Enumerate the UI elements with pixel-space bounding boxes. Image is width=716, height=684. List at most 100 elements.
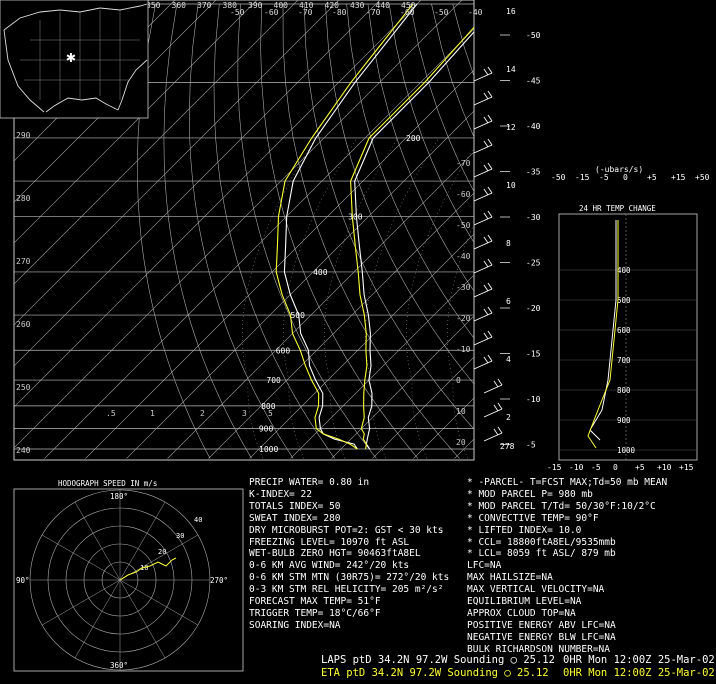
mixing-ratio-label: 2 <box>200 409 205 418</box>
stats-right-line: APPROX CLOUD TOP=NA <box>467 607 576 619</box>
wind-barb-flag <box>493 404 499 412</box>
wind-barb-flag <box>487 114 493 122</box>
footer-laps-time: 0HR Mon 12:00Z 25-Mar-02 <box>563 654 715 666</box>
omega-axis-label: -15 <box>575 173 590 182</box>
hodograph-ring-label: 40 <box>194 516 202 524</box>
wind-barb-flag <box>487 354 493 362</box>
temp-label-mid: -40 <box>456 252 471 261</box>
wind-barb-flag <box>497 402 503 410</box>
stats-left-line: PRECIP WATER= 0.80 in <box>249 477 370 488</box>
theta-label-left: 280 <box>16 194 31 203</box>
stats-left-line: FREEZING LEVEL= 10970 ft ASL <box>249 536 410 548</box>
location-map: ✱ <box>0 0 149 119</box>
wind-barb <box>473 192 493 202</box>
hodograph: HODOGRAPH SPEED IN m/s180°270°360°90°102… <box>13 479 244 672</box>
wind-barb-flag <box>487 66 493 74</box>
isotherm-line <box>331 315 474 459</box>
hodograph-dir-north: 180° <box>110 492 128 501</box>
wind-barb-flag <box>483 188 489 196</box>
stats-left-line: SOARING INDEX=NA <box>249 619 341 631</box>
wind-barb-flag <box>483 68 489 76</box>
wind-barb-flag <box>483 332 489 340</box>
footer-eta-time: 0HR Mon 12:00Z 25-Mar-02 <box>563 667 715 679</box>
wind-barb-flag <box>483 356 489 364</box>
wind-barb <box>473 360 493 370</box>
mixing-ratio-label: .5 <box>106 409 116 418</box>
omega-axis-label: +15 <box>671 173 686 182</box>
stats-right-line: * -PARCEL- T=FCST MAX;Td=50 mb MEAN <box>467 477 668 488</box>
wind-barb-flag <box>483 92 489 100</box>
footer-eta: ETA ptD 34.2N 97.2W Sounding ◯ 25.12 <box>321 667 549 679</box>
wind-barb-flag <box>487 90 493 98</box>
wind-barb <box>473 240 493 250</box>
sounding-location-icon: ✱ <box>66 47 76 66</box>
wind-barb-flag <box>487 306 493 314</box>
change-temp-axis-label: +15 <box>679 463 694 472</box>
change-temp-axis-label: -10 <box>569 463 584 472</box>
stats-right-line: * MOD PARCEL T/Td= 50/30°F:10/2°C <box>467 500 656 512</box>
change-temp-axis-label: -5 <box>591 463 601 472</box>
hodograph-spoke <box>119 579 199 626</box>
height-ft-label: -30 <box>526 213 541 222</box>
stats-right-line: NEGATIVE ENERGY BLW LFC=NA <box>467 631 616 643</box>
wind-barb-flag <box>487 162 493 170</box>
wind-barb-flag <box>497 426 503 434</box>
temp-label-top: -60 <box>400 8 415 17</box>
stats-left-line: 0-3 KM STM REL HELICITY= 205 m²/s² <box>249 584 444 596</box>
pressure-label: 600 <box>276 346 291 355</box>
temp-label-mid: -20 <box>456 314 471 323</box>
change-temp-axis-label: +5 <box>635 463 645 472</box>
stats-right-line: * CONVECTIVE TEMP= 90°F <box>467 512 599 524</box>
theta-label-left: 250 <box>16 383 31 392</box>
wind-barb <box>473 312 493 322</box>
isotherm-line <box>208 192 474 459</box>
sun-icon: ◯ <box>504 667 511 679</box>
stats-right-line: EQUILIBRIUM LEVEL=NA <box>467 596 582 608</box>
dry-adiabat <box>237 3 377 459</box>
stats-left-line: TRIGGER TEMP= 18°C/66°F <box>249 607 381 619</box>
moist-adiabat <box>241 137 317 459</box>
omega-axis-label: -50 <box>551 173 566 182</box>
hodograph-ring-label: 30 <box>176 532 184 540</box>
stats-left-line: 0-6 KM AVG WIND= 242°/20 kts <box>249 560 410 572</box>
stats-left-line: 0-6 KM STM MTN (30R75)= 272°/20 kts <box>249 572 450 584</box>
wind-barb <box>473 96 493 106</box>
stats-left-line: FORECAST MAX TEMP= 51°F <box>249 596 381 608</box>
pressure-label: 900 <box>259 425 274 434</box>
temp-label-top: -40 <box>468 8 483 17</box>
mixing-ratio-label: 3 <box>242 409 247 418</box>
height-km-label: 16 <box>506 7 516 16</box>
wind-barb-flag <box>483 140 489 148</box>
temp-label-mid: -60 <box>456 190 471 199</box>
stats-right-line: * CCL= 18800ftA8EL/9535mmb <box>467 536 616 548</box>
height-ft-label: -10 <box>526 395 541 404</box>
change-pressure-label: 600 <box>617 326 631 335</box>
theta-label-left: 270 <box>16 257 31 266</box>
height-ft-label: -50 <box>526 31 541 40</box>
stats-right-line: POSITIVE ENERGY ABV LFC=NA <box>467 619 616 631</box>
stats-left-line: SWEAT INDEX= 280 <box>249 512 341 524</box>
dry-adiabat <box>260 3 419 459</box>
pressure-label: 500 <box>290 311 305 320</box>
dry-adiabat <box>163 3 252 459</box>
wind-barb-flag <box>483 164 489 172</box>
change-temp-axis-label: 0 <box>613 463 618 472</box>
temp-label-mid: -30 <box>456 283 471 292</box>
height-ft-label: -5 <box>526 441 536 450</box>
pressure-label: 1000 <box>259 445 278 454</box>
wind-barb-flag <box>483 236 489 244</box>
wind-barb <box>473 264 493 274</box>
wind-barb <box>473 288 493 298</box>
wind-barb <box>483 408 503 418</box>
hodograph-spoke <box>41 579 121 626</box>
height-km-label: 8 <box>506 239 511 248</box>
footer-eta-label: ETA ptD 34.2N 97.2W Sounding <box>321 667 499 679</box>
temp-label-top: -70 <box>298 8 313 17</box>
wind-barb-flag <box>493 428 499 436</box>
moist-adiabat <box>282 137 358 459</box>
stats-right-line: * LCL= 8059 ft ASL/ 879 mb <box>467 548 616 560</box>
stats-left-line: K-INDEX= 22 <box>249 488 312 500</box>
height-ft-label: -20 <box>526 304 541 313</box>
hodograph-dir-east: 270° <box>210 576 228 585</box>
theta-label-left: 240 <box>16 446 31 455</box>
